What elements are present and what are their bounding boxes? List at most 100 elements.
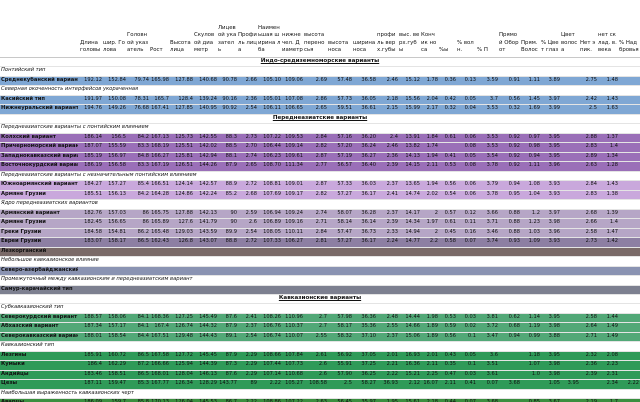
table-cell[interactable]: 2.36 xyxy=(377,153,399,160)
table-cell[interactable]: 3.93 xyxy=(541,238,561,245)
table-cell[interactable]: 0.88 xyxy=(499,219,521,226)
table-cell[interactable]: 0.56 xyxy=(439,333,457,340)
table-cell[interactable]: 1.74 xyxy=(421,143,439,150)
table-cell[interactable]: 15.06 xyxy=(399,333,421,340)
table-cell[interactable]: 37.05 xyxy=(353,352,377,359)
table-cell[interactable]: 109.53 xyxy=(282,134,304,141)
table-cell[interactable]: 2.42 xyxy=(580,96,598,103)
table-cell[interactable]: 1.78 xyxy=(421,77,439,84)
table-cell[interactable]: 127.85 xyxy=(170,105,194,112)
table-cell[interactable]: 2.08 xyxy=(598,352,619,359)
table-cell[interactable]: 0.08 xyxy=(457,143,477,150)
table-cell[interactable]: 2.77 xyxy=(304,162,328,169)
section-heading-row[interactable]: Переднеазиатские варианты xyxy=(0,115,640,125)
table-cell[interactable]: 144.32 xyxy=(194,323,218,330)
table-cell[interactable]: 2.31 xyxy=(598,371,619,378)
table-cell[interactable]: 125.81 xyxy=(170,153,194,160)
table-cell[interactable]: 3.53 xyxy=(477,134,499,141)
table-cell[interactable]: 14.17 xyxy=(399,210,421,217)
table-cell[interactable]: 1.48 xyxy=(598,77,619,84)
table-cell[interactable]: 1.23 xyxy=(521,219,541,226)
table-cell[interactable]: 2.46 xyxy=(377,143,399,150)
table-cell[interactable]: 0.12 xyxy=(457,210,477,217)
table-cell[interactable]: 1.84 xyxy=(421,134,439,141)
table-cell[interactable]: 3.95 xyxy=(561,380,580,387)
table-cell[interactable]: 85.3 xyxy=(127,380,150,387)
column-header[interactable]: %ы xyxy=(439,0,456,57)
table-cell[interactable]: 157.03 xyxy=(103,210,127,217)
table-cell[interactable]: 108.81 xyxy=(258,181,282,188)
table-cell[interactable]: 56.92 xyxy=(328,352,353,359)
table-cell[interactable]: 1.4 xyxy=(598,143,619,150)
table-cell[interactable]: 86 xyxy=(127,210,150,217)
table-cell[interactable]: 2.39 xyxy=(377,219,399,226)
table-cell[interactable]: 3.95 xyxy=(541,352,561,359)
table-cell[interactable]: 142.57 xyxy=(194,181,218,188)
table-cell[interactable]: 105.27 xyxy=(282,380,304,387)
table-cell[interactable]: 0.43 xyxy=(439,352,457,359)
table-cell[interactable]: 2.81 xyxy=(304,238,328,245)
column-header[interactable]: Длина головы xyxy=(80,0,102,57)
table-cell[interactable]: 0.88 xyxy=(499,229,521,236)
table-cell[interactable]: 143.77 xyxy=(218,380,238,387)
section-heading-row[interactable]: Индо-средиземноморские варианты xyxy=(0,58,640,68)
group-label-row[interactable]: Небольшое кавказионское влияние xyxy=(0,257,640,267)
table-cell[interactable]: 14.34 xyxy=(399,219,421,226)
table-cell[interactable]: 183.46 xyxy=(80,371,103,378)
table-cell[interactable]: 36.25 xyxy=(353,371,377,378)
table-cell[interactable]: 109.01 xyxy=(282,181,304,188)
table-cell[interactable]: 126.34 xyxy=(170,380,194,387)
table-cell[interactable]: 0.13 xyxy=(457,77,477,84)
table-cell[interactable]: 15.56 xyxy=(399,96,421,103)
table-cell[interactable]: 139.24 xyxy=(194,96,218,103)
table-cell[interactable]: 1.89 xyxy=(421,333,439,340)
table-cell[interactable]: 2.6 xyxy=(304,371,328,378)
table-cell[interactable]: 89.1 xyxy=(218,333,238,340)
table-cell[interactable]: 158.51 xyxy=(103,371,127,378)
table-cell[interactable]: 90.92 xyxy=(218,105,238,112)
table-cell[interactable]: 0.47 xyxy=(439,371,457,378)
column-header[interactable]: ширина носа xyxy=(353,0,376,57)
table-cell[interactable]: 88.3 xyxy=(218,134,238,141)
table-cell[interactable]: 2.39 xyxy=(580,371,598,378)
table-cell[interactable]: 1.94 xyxy=(421,181,439,188)
table-cell[interactable]: 2.5 xyxy=(328,380,353,387)
table-cell[interactable]: 0.58 xyxy=(439,238,457,245)
table-cell[interactable]: 0.35 xyxy=(439,361,457,368)
table-cell[interactable]: 0.11 xyxy=(457,219,477,226)
column-header[interactable]: % волн. xyxy=(457,0,476,57)
table-cell[interactable]: 87.2 xyxy=(127,361,150,368)
table-cell[interactable]: 0.61 xyxy=(439,134,457,141)
table-cell[interactable]: 184.27 xyxy=(80,181,103,188)
table-cell[interactable]: 0.56 xyxy=(499,96,521,103)
column-header[interactable]: шир. Голова xyxy=(103,0,126,57)
table-cell[interactable]: 14.13 xyxy=(399,153,421,160)
table-cell[interactable]: 2.04 xyxy=(421,96,439,103)
table-cell[interactable]: 0.92 xyxy=(499,162,521,169)
table-cell[interactable]: 106.44 xyxy=(258,143,282,150)
table-cell[interactable]: 1.97 xyxy=(421,219,439,226)
table-cell[interactable]: 3.68 xyxy=(499,380,521,387)
table-cell[interactable]: 89.9 xyxy=(218,229,238,236)
table-cell[interactable]: 3.99 xyxy=(541,105,561,112)
table-cell[interactable]: 90.78 xyxy=(218,77,238,84)
table-cell[interactable]: 83.3 xyxy=(127,143,150,150)
table-cell[interactable]: 2.2 xyxy=(421,238,439,245)
table-cell[interactable]: 3.95 xyxy=(541,314,561,321)
table-cell[interactable]: 0.91 xyxy=(499,77,521,84)
table-cell[interactable]: 167.13 xyxy=(150,134,170,141)
table-cell[interactable]: 158.17 xyxy=(103,238,127,245)
table-cell[interactable]: 3.97 xyxy=(541,210,561,217)
table-cell[interactable]: 58.32 xyxy=(328,333,353,340)
table-cell[interactable]: 0.54 xyxy=(439,191,457,198)
table-cell[interactable]: 0.94 xyxy=(499,333,521,340)
table-cell[interactable]: 2.84 xyxy=(580,181,598,188)
table-cell[interactable]: 13.91 xyxy=(399,134,421,141)
table-cell[interactable]: 156.13 xyxy=(103,191,127,198)
table-cell[interactable]: 90 xyxy=(218,219,238,226)
table-cell[interactable]: 106.27 xyxy=(282,238,304,245)
table-cell[interactable]: 168.19 xyxy=(150,143,170,150)
table-cell[interactable]: 2.48 xyxy=(377,314,399,321)
table-cell[interactable]: 3.78 xyxy=(477,191,499,198)
table-cell[interactable]: 59.51 xyxy=(328,105,353,112)
